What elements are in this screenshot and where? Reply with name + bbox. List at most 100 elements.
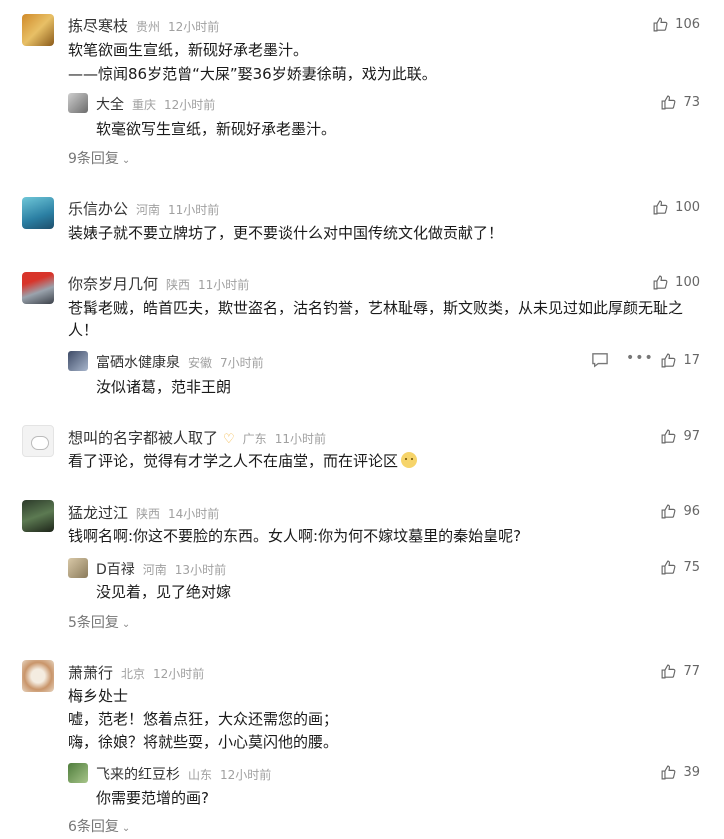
timestamp: 11小时前 [198, 278, 250, 292]
location: 贵州 [136, 20, 161, 34]
avatar[interactable] [22, 500, 54, 532]
like-count: 75 [683, 560, 700, 575]
username-text[interactable]: 萧萧行 [68, 664, 113, 682]
like-count: 96 [683, 504, 700, 519]
username-text[interactable]: 猛龙过江 [68, 504, 128, 522]
location: 广东 [242, 432, 267, 446]
avatar[interactable] [22, 272, 54, 304]
username[interactable]: 猛龙过江 陕西 14小时前 [68, 502, 219, 523]
timestamp: 12小时前 [220, 768, 272, 782]
username-text[interactable]: 想叫的名字都被人取了 [68, 429, 218, 447]
location: 重庆 [132, 98, 157, 112]
comment-text: 苍髯老贼，皓首匹夫，欺世盗名，沽名钓誉，艺林耻辱，斯文败类，从未见过如此厚颜无耻… [68, 299, 684, 339]
location: 陕西 [166, 278, 191, 292]
username[interactable]: 乐信办公 河南 11小时前 [68, 198, 219, 219]
username[interactable]: 拣尽寒枝 贵州 12小时前 [68, 15, 219, 36]
like-count: 106 [675, 17, 700, 32]
like-count: 100 [675, 200, 700, 215]
reply-avatar[interactable] [68, 763, 88, 783]
thumb-up-icon [662, 560, 676, 575]
timestamp: 12小时前 [153, 667, 205, 681]
like-button[interactable]: 96 [660, 503, 700, 520]
like-count: 77 [683, 664, 700, 679]
like-button[interactable]: 75 [660, 559, 700, 576]
comment-text-line: 软笔欲画生宣纸，新砚好承老墨汁。 [68, 41, 309, 59]
thumb-up-icon [662, 429, 676, 444]
comment-text-line: 梅乡处士 [68, 687, 129, 705]
timestamp: 12小时前 [164, 98, 216, 112]
timestamp: 7小时前 [220, 356, 264, 370]
reply-username[interactable]: 大全 重庆 12小时前 [96, 94, 215, 114]
chevron-down-icon: ⌄ [121, 155, 131, 166]
thumb-up-icon [653, 200, 668, 215]
reply-text: 汝似诸葛，范非王朗 [96, 378, 232, 396]
heart-icon: ♡ [223, 432, 235, 447]
timestamp: 13小时前 [174, 563, 227, 577]
username[interactable]: 你奈岁月几何 陕西 11小时前 [68, 273, 249, 294]
avatar[interactable] [22, 197, 54, 229]
view-replies-link[interactable]: 5条回复 ⌄ [68, 612, 130, 632]
reply-username[interactable]: 飞来的红豆杉 山东 12小时前 [96, 764, 271, 784]
like-button[interactable]: 77 [660, 663, 700, 680]
reply-text: 软毫欲写生宣纸，新砚好承老墨汁。 [96, 120, 337, 138]
timestamp: 14小时前 [168, 507, 220, 521]
location: 山东 [188, 768, 213, 782]
more-dots-icon[interactable]: ••• [626, 350, 654, 366]
reply-username-text[interactable]: D百禄 [96, 562, 135, 578]
like-button[interactable]: 73 [660, 94, 700, 111]
reply-username-text[interactable]: 富硒水健康泉 [96, 355, 180, 371]
view-replies-text[interactable]: 5条回复 [68, 615, 119, 631]
location: 河南 [136, 203, 161, 217]
timestamp: 11小时前 [274, 432, 326, 446]
avatar[interactable] [22, 660, 54, 692]
thumb-up-icon [662, 765, 676, 780]
thumb-up-icon [653, 17, 668, 32]
like-count: 97 [683, 429, 700, 444]
like-count: 17 [683, 353, 700, 368]
view-replies-link[interactable]: 9条回复 ⌄ [68, 148, 130, 168]
like-button[interactable]: 106 [652, 16, 700, 33]
comment-text-line: 嗨，徐娘？将就些耍，小心莫闪他的腰。 [68, 733, 339, 751]
username-text[interactable]: 你奈岁月几何 [68, 275, 158, 293]
reply-username-text[interactable]: 飞来的红豆杉 [96, 767, 180, 783]
thumb-up-icon [653, 275, 668, 290]
timestamp: 12小时前 [168, 20, 220, 34]
reply-username-text[interactable]: 大全 [96, 97, 124, 113]
view-replies-text[interactable]: 6条回复 [68, 819, 119, 835]
like-button[interactable]: 17 [660, 352, 700, 369]
like-button[interactable]: 39 [660, 764, 700, 781]
reply-text: 没见着，见了绝对嫁 [96, 583, 232, 601]
like-button[interactable]: 97 [660, 428, 700, 445]
reply-username[interactable]: 富硒水健康泉 安徽 7小时前 [96, 352, 264, 372]
username[interactable]: 萧萧行 北京 12小时前 [68, 662, 204, 683]
thumb-up-icon [662, 95, 676, 110]
chevron-down-icon: ⌄ [121, 619, 131, 630]
like-count: 39 [683, 765, 700, 780]
comment-text-line: 嘘，范老！悠着点狂，大众还需您的画； [68, 710, 339, 728]
comment-text-line: ——惊闻86岁范曾“大屎”娶36岁娇妻徐萌，戏为此联。 [68, 65, 437, 83]
comment-text-line: 装婊子就不要立牌坊了，更不要谈什么对中国传统文化做贡献了！ [68, 224, 504, 242]
timestamp: 11小时前 [168, 203, 220, 217]
reply-username[interactable]: D百禄 河南 13小时前 [96, 559, 226, 579]
reply-avatar[interactable] [68, 93, 88, 113]
chevron-down-icon: ⌄ [121, 823, 131, 834]
view-replies-text[interactable]: 9条回复 [68, 151, 119, 167]
view-replies-link[interactable]: 6条回复 ⌄ [68, 816, 130, 836]
reply-avatar[interactable] [68, 558, 88, 578]
reply-text: 你需要范增的画? [96, 789, 209, 807]
avatar[interactable] [22, 14, 54, 46]
username[interactable]: 想叫的名字都被人取了 ♡ 广东 11小时前 [68, 427, 326, 448]
location: 河南 [142, 563, 167, 577]
username-text[interactable]: 拣尽寒枝 [68, 17, 128, 35]
comment-text: 看了评论，觉得有才学之人不在庙堂，而在评论区 [68, 452, 399, 470]
location: 安徽 [188, 356, 213, 370]
comment-text-line: 看了评论，觉得有才学之人不在庙堂，而在评论区 [68, 450, 418, 472]
like-button[interactable]: 100 [652, 274, 700, 291]
like-button[interactable]: 100 [652, 199, 700, 216]
reply-avatar[interactable] [68, 351, 88, 371]
avatar[interactable] [22, 425, 54, 457]
like-count: 73 [683, 95, 700, 110]
username-text[interactable]: 乐信办公 [68, 200, 128, 218]
comment-text-line: 钱啊名啊:你这不要脸的东西。女人啊:你为何不嫁坟墓里的秦始皇呢? [68, 527, 522, 545]
comment-icon[interactable] [591, 352, 609, 368]
